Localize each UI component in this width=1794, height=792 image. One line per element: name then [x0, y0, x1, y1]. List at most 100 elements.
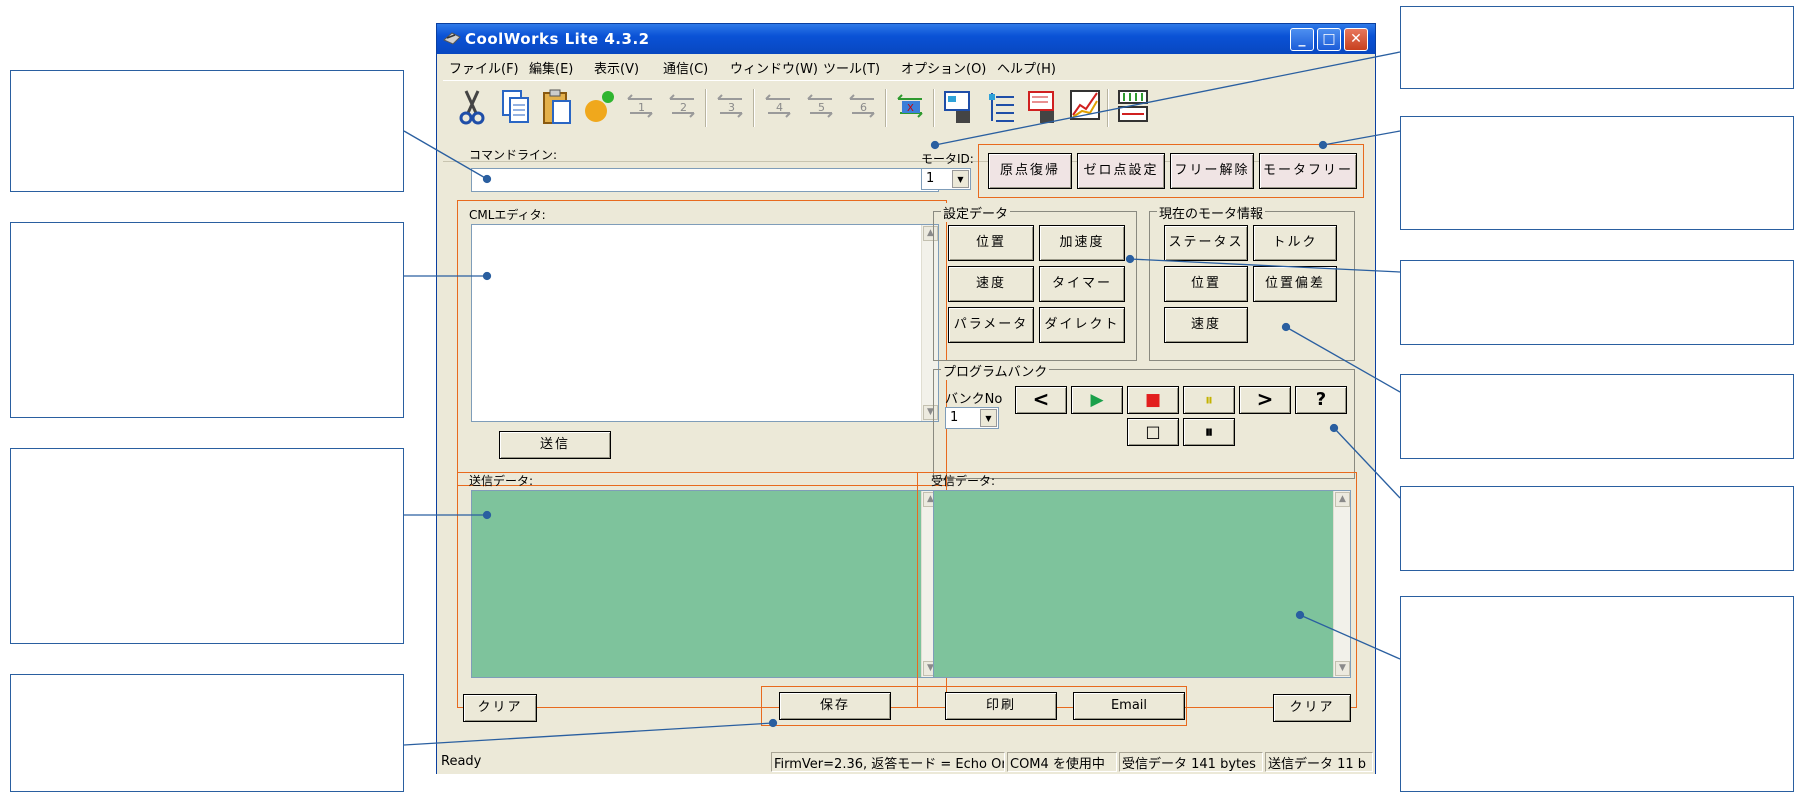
setting-speed-button[interactable]: 速度: [948, 266, 1034, 302]
io-monitor-icon[interactable]: [1113, 85, 1153, 129]
bank-number: 4: [776, 101, 783, 114]
receive-data-area[interactable]: ▲ ▼: [933, 490, 1351, 678]
cml-editor-textarea[interactable]: ▲ ▼: [471, 224, 939, 422]
bank-number: X: [907, 103, 914, 114]
motor-id-value: 1: [926, 171, 935, 186]
receive-data-scrollbar[interactable]: ▲ ▼: [1333, 491, 1350, 677]
bank-no-label: バンクNo: [945, 392, 1003, 407]
free-release-button[interactable]: フリー解除: [1170, 153, 1254, 189]
menu-comm[interactable]: 通信(C): [663, 58, 708, 77]
help-icon[interactable]: ?: [1295, 386, 1347, 414]
command-line-input[interactable]: [471, 168, 939, 192]
print-button[interactable]: 印刷: [945, 692, 1057, 720]
bank-number: 3: [728, 101, 735, 114]
list-icon[interactable]: [981, 85, 1021, 129]
callout-box-left-4: [10, 674, 404, 792]
command-line-label: コマンドライン:: [469, 148, 558, 162]
callout-box-left-1: [10, 70, 404, 192]
bank-x-icon[interactable]: X: [891, 85, 931, 129]
setting-timer-button[interactable]: タイマー: [1039, 266, 1125, 302]
toolbar-separator: [885, 89, 887, 127]
setting-parameter-button[interactable]: パラメータ: [948, 307, 1034, 343]
menu-tools[interactable]: ツール(T): [823, 58, 880, 77]
copy-icon[interactable]: [495, 85, 535, 129]
setting-window-icon[interactable]: [1023, 85, 1063, 129]
callout-box-right-1: [1400, 6, 1794, 89]
bank-prev-button[interactable]: <: [1015, 386, 1067, 414]
toolbar-separator: [1107, 89, 1109, 127]
pause-icon[interactable]: ⏸: [1183, 386, 1235, 414]
email-button[interactable]: Email: [1073, 692, 1185, 720]
bank-number: 5: [818, 101, 825, 114]
motor-window-icon[interactable]: [939, 85, 979, 129]
send-data-label: 送信データ:: [469, 474, 534, 488]
menu-bar: ファイル(F) 編集(E) 表示(V) 通信(C) ウィンドウ(W) ツール(T…: [437, 54, 1375, 78]
menu-file[interactable]: ファイル(F): [449, 58, 519, 77]
menu-view[interactable]: 表示(V): [594, 58, 639, 77]
status-bar: Ready FirmVer=2.36, 返答モード = Echo On COM4…: [437, 748, 1375, 774]
info-position-error-button[interactable]: 位置偏差: [1253, 266, 1337, 302]
app-window: CoolWorks Lite 4.3.2 _ □ ✕ ファイル(F) 編集(E)…: [436, 23, 1376, 774]
menu-window[interactable]: ウィンドウ(W): [730, 58, 818, 77]
bank-1-icon[interactable]: 1: [621, 85, 661, 129]
window-title: CoolWorks Lite 4.3.2: [465, 30, 650, 48]
motor-free-button[interactable]: モータフリー: [1259, 153, 1357, 189]
motor-info-group-title: 現在のモータ情報: [1157, 203, 1266, 222]
minimize-button[interactable]: _: [1290, 28, 1314, 51]
scroll-down-icon[interactable]: ▼: [1335, 661, 1350, 676]
setting-acceleration-button[interactable]: 加速度: [1039, 225, 1125, 261]
info-status-button[interactable]: ステータス: [1164, 225, 1248, 261]
play-icon[interactable]: ▶: [1071, 386, 1123, 414]
paste-icon[interactable]: [537, 85, 577, 129]
zero-point-button[interactable]: ゼロ点設定: [1077, 153, 1165, 189]
receive-data-label: 受信データ:: [931, 474, 996, 488]
bank-3-icon[interactable]: 3: [711, 85, 751, 129]
bank-4-icon[interactable]: 4: [759, 85, 799, 129]
info-position-button[interactable]: 位置: [1164, 266, 1248, 302]
send-clear-button[interactable]: クリア: [463, 694, 537, 722]
menu-options[interactable]: オプション(O): [901, 58, 986, 77]
graph-icon[interactable]: [1065, 85, 1105, 129]
callout-box-right-5: [1400, 486, 1794, 571]
motor-id-select[interactable]: 1 ▼: [921, 168, 971, 190]
close-button[interactable]: ✕: [1344, 28, 1368, 51]
bank-number: 6: [860, 101, 867, 114]
toolbar-separator: [933, 89, 935, 127]
setting-direct-button[interactable]: ダイレクト: [1039, 307, 1125, 343]
home-return-button[interactable]: 原点復帰: [988, 153, 1072, 189]
callout-box-right-2: [1400, 116, 1794, 230]
status-firm: FirmVer=2.36, 返答モード = Echo On: [771, 752, 1005, 772]
menu-edit[interactable]: 編集(E): [529, 58, 573, 77]
cml-editor-label: CMLエディタ:: [469, 208, 546, 222]
bank-number: 2: [680, 101, 687, 114]
scroll-up-icon[interactable]: ▲: [1335, 492, 1350, 507]
chevron-down-icon: ▼: [980, 409, 997, 427]
menu-help[interactable]: ヘルプ(H): [997, 58, 1056, 77]
send-data-area[interactable]: ▲ ▼: [471, 490, 939, 678]
status-port: COM4 を使用中: [1007, 752, 1117, 772]
title-bar: CoolWorks Lite 4.3.2 _ □ ✕: [437, 24, 1375, 54]
bank-6-icon[interactable]: 6: [843, 85, 883, 129]
connect-icon[interactable]: [579, 85, 619, 129]
send-button[interactable]: 送信: [499, 431, 611, 459]
status-ready: Ready: [441, 754, 482, 769]
break-icon[interactable]: ⏸: [1183, 418, 1235, 446]
status-recv: 受信データ 141 bytes: [1119, 752, 1263, 772]
info-torque-button[interactable]: トルク: [1253, 225, 1337, 261]
settings-group-title: 設定データ: [941, 203, 1011, 222]
maximize-button[interactable]: □: [1317, 28, 1341, 51]
bank-2-icon[interactable]: 2: [663, 85, 703, 129]
chevron-down-icon: ▼: [952, 170, 969, 188]
bank-5-icon[interactable]: 5: [801, 85, 841, 129]
save-button[interactable]: 保存: [779, 692, 891, 720]
bank-no-select[interactable]: 1 ▼: [945, 407, 999, 429]
stop-icon[interactable]: ■: [1127, 386, 1179, 414]
app-icon: [443, 32, 461, 45]
bank-next-button[interactable]: >: [1239, 386, 1291, 414]
step-icon[interactable]: □: [1127, 418, 1179, 446]
info-speed-button[interactable]: 速度: [1164, 307, 1248, 343]
cut-icon[interactable]: [453, 85, 493, 129]
callout-box-right-4: [1400, 374, 1794, 459]
receive-clear-button[interactable]: クリア: [1273, 694, 1351, 722]
setting-position-button[interactable]: 位置: [948, 225, 1034, 261]
